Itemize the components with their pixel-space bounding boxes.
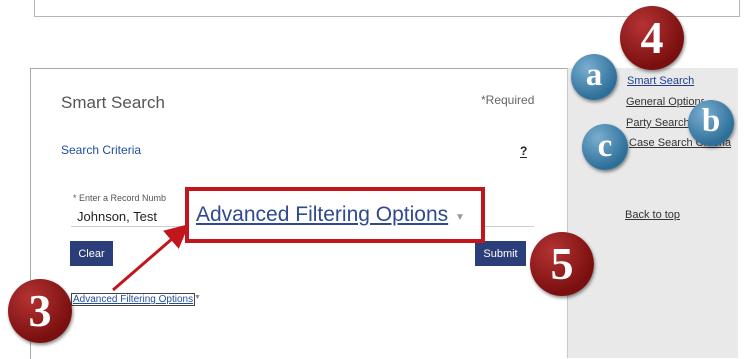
callout-marker-3: 3 <box>8 279 72 343</box>
callout-marker-4: 4 <box>620 6 684 70</box>
callout-marker-c: c <box>582 124 628 170</box>
callout-marker-a: a <box>571 54 617 100</box>
callout-marker-5: 5 <box>530 232 594 296</box>
callout-marker-b: b <box>688 100 734 146</box>
